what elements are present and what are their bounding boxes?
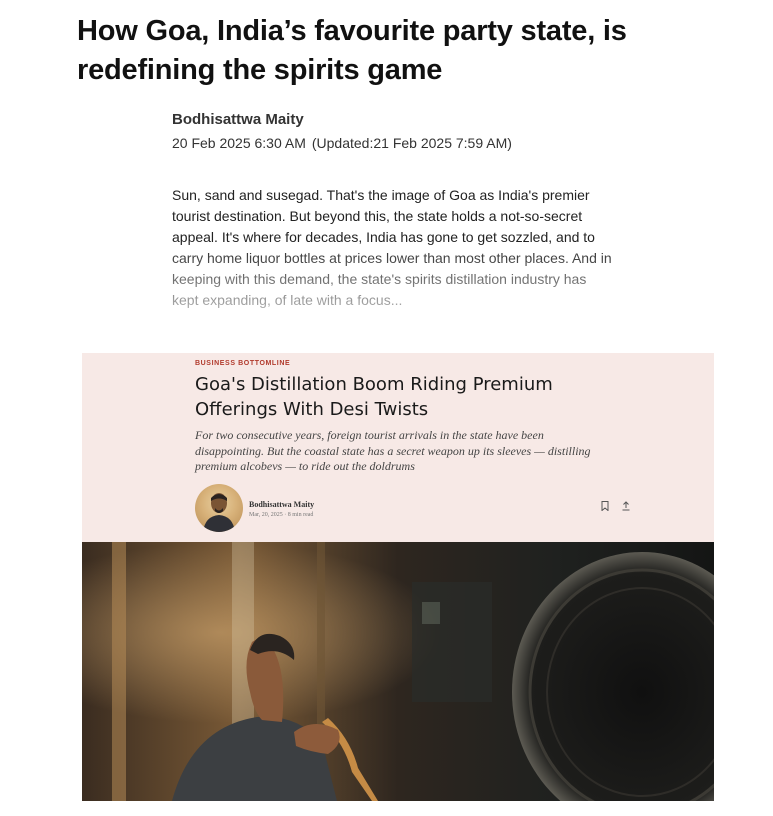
published-date: 20 Feb 2025 6:30 AM bbox=[172, 135, 306, 151]
updated-date: (Updated:21 Feb 2025 7:59 AM) bbox=[311, 135, 512, 151]
avatar bbox=[195, 484, 243, 532]
publish-dates: 20 Feb 2025 6:30 AM (Updated:21 Feb 2025 … bbox=[172, 133, 512, 153]
author-name[interactable]: Bodhisattwa Maity bbox=[172, 110, 512, 130]
article-summary: Sun, sand and susegad. That's the image … bbox=[172, 187, 612, 308]
card-meta: Mar, 20, 2025 · 8 min read bbox=[249, 512, 314, 518]
byline: Bodhisattwa Maity 20 Feb 2025 6:30 AM (Up… bbox=[172, 110, 512, 153]
card-author: Bodhisattwa Maity bbox=[249, 500, 315, 509]
card-kicker: BUSINESS BOTTOMLINE bbox=[195, 360, 291, 367]
card-title: Goa's Distillation Boom Riding Premium O… bbox=[195, 374, 553, 420]
bookmark-icon[interactable] bbox=[601, 501, 609, 511]
share-icon[interactable] bbox=[621, 501, 631, 511]
article-headline: How Goa, India’s favourite party state, … bbox=[77, 15, 627, 86]
article-image: BUSINESS BOTTOMLINE Goa's Distillation B… bbox=[82, 353, 714, 801]
article-card-header: BUSINESS BOTTOMLINE Goa's Distillation B… bbox=[82, 353, 714, 542]
card-deck: For two consecutive years, foreign touri… bbox=[195, 428, 591, 473]
distillery-photo bbox=[82, 542, 714, 801]
